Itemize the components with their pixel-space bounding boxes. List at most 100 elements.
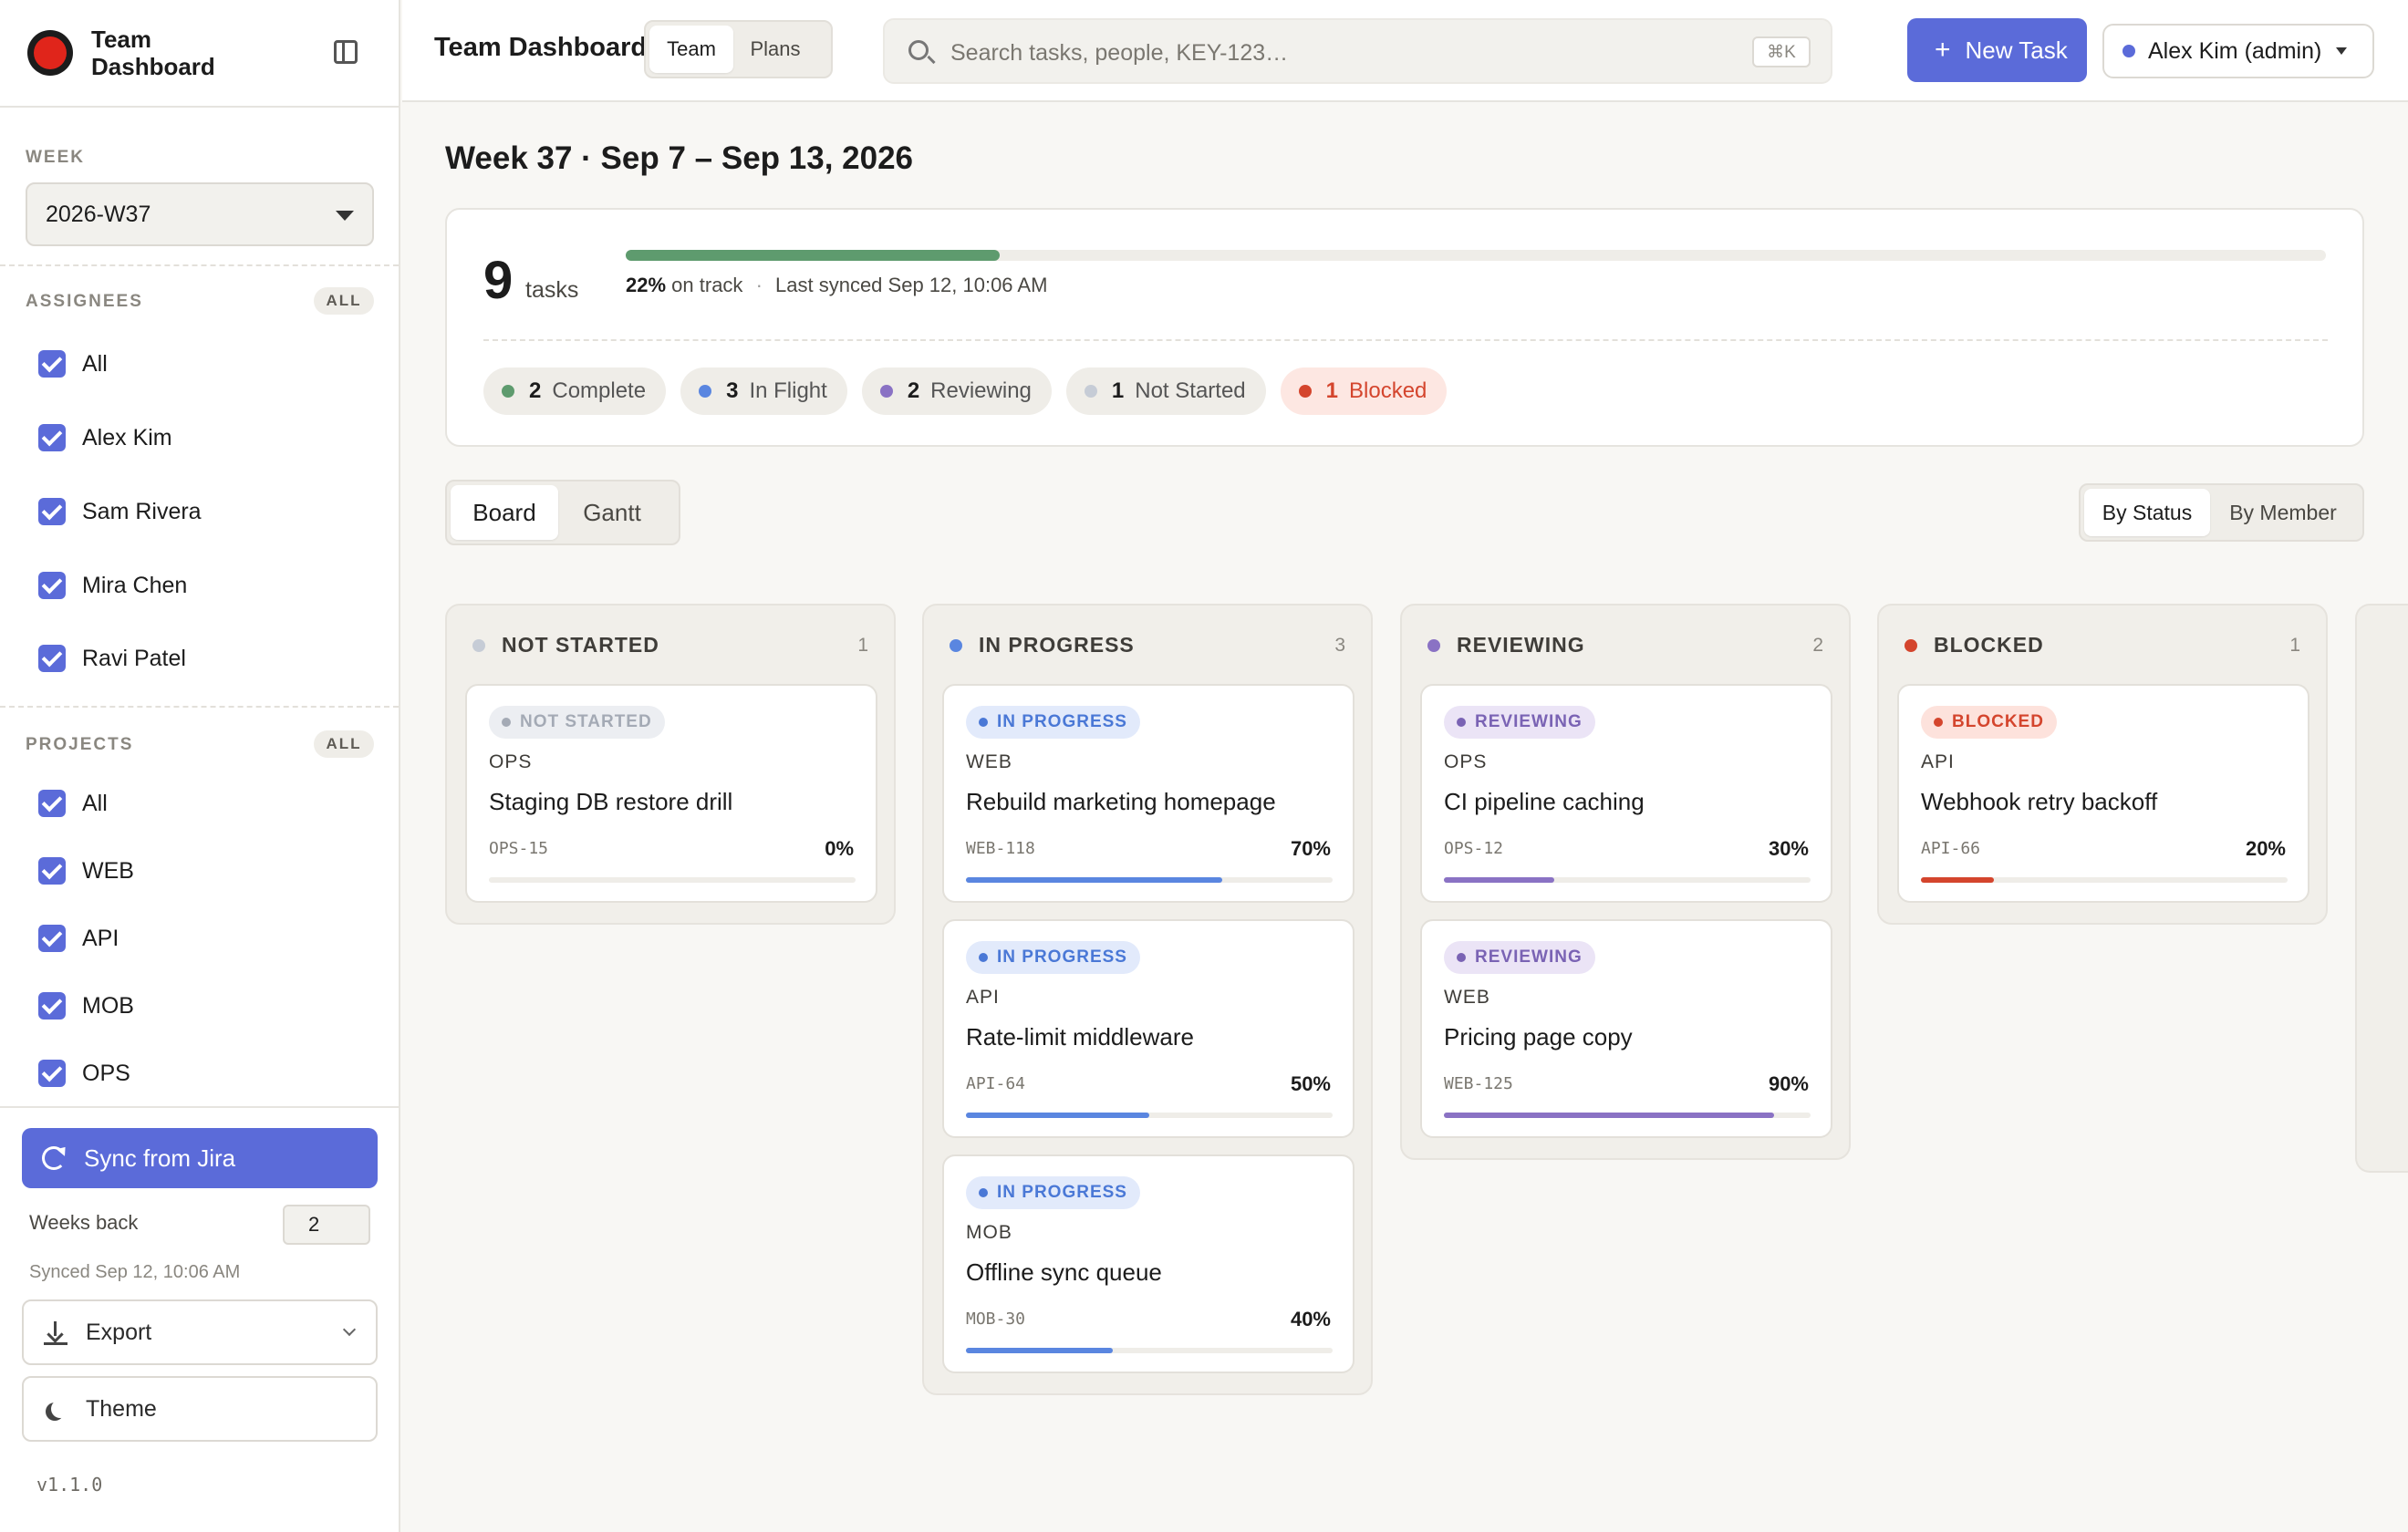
- column-title: NOT STARTED: [502, 633, 659, 657]
- task-card[interactable]: BLOCKED API Webhook retry backoff API-66…: [1897, 684, 2309, 903]
- status-badge: REVIEWING: [1444, 941, 1595, 974]
- assignee-checkbox-alex-kim[interactable]: Alex Kim: [38, 419, 172, 456]
- task-card[interactable]: IN PROGRESS API Rate-limit middleware AP…: [942, 919, 1354, 1138]
- projects-all-button[interactable]: ALL: [314, 730, 374, 758]
- status-badge-label: NOT STARTED: [520, 712, 652, 731]
- assignee-checkbox-ravi-patel[interactable]: Ravi Patel: [38, 640, 186, 677]
- task-project: WEB: [966, 751, 1012, 772]
- status-chip-in-flight[interactable]: 3 In Flight: [680, 367, 847, 415]
- export-button[interactable]: Export: [22, 1299, 378, 1365]
- checkbox-icon: [38, 992, 66, 1020]
- status-dot: [879, 385, 893, 398]
- sidebar: Team Dashboard WEEK 2026-W37 ASSIGNEES A…: [0, 0, 400, 1532]
- project-checkbox-web[interactable]: WEB: [38, 853, 134, 889]
- export-label: Export: [86, 1319, 152, 1345]
- tab-by-member[interactable]: By Member: [2210, 489, 2356, 536]
- brand[interactable]: Team Dashboard: [27, 26, 237, 80]
- task-title: Rate-limit middleware: [966, 1023, 1194, 1051]
- caret-down-icon: [336, 211, 354, 221]
- task-title: Rebuild marketing homepage: [966, 788, 1276, 815]
- status-dot: [1298, 385, 1312, 398]
- project-checkbox-mob[interactable]: MOB: [38, 988, 134, 1024]
- checkbox-label: OPS: [82, 1060, 130, 1086]
- column-count: 1: [2289, 635, 2300, 656]
- tab-plans[interactable]: Plans: [733, 26, 817, 73]
- checkbox-label: Ravi Patel: [82, 645, 186, 671]
- chevron-down-icon: [342, 1322, 357, 1337]
- sync-from-jira-button[interactable]: Sync from Jira: [22, 1128, 378, 1188]
- task-card[interactable]: NOT STARTED OPS Staging DB restore drill…: [465, 684, 877, 903]
- user-menu[interactable]: Alex Kim (admin): [2102, 24, 2374, 78]
- new-task-button[interactable]: + New Task: [1907, 18, 2087, 82]
- project-checkbox-ops[interactable]: OPS: [38, 1055, 130, 1092]
- checkbox-label: Alex Kim: [82, 424, 172, 450]
- task-progress-bar: [489, 877, 856, 883]
- checkbox-label: API: [82, 925, 119, 951]
- tab-gantt[interactable]: Gantt: [558, 485, 666, 540]
- plus-icon: +: [1935, 35, 1951, 65]
- chip-label: Reviewing: [930, 378, 1032, 403]
- task-progress-fill: [966, 1113, 1149, 1118]
- task-progress-bar: [966, 877, 1333, 883]
- task-card[interactable]: REVIEWING OPS CI pipeline caching OPS-12…: [1420, 684, 1832, 903]
- on-track-progress-bar: [626, 250, 2326, 261]
- sidebar-toggle-icon[interactable]: [334, 40, 358, 64]
- top-bar: Team Dashboard Team Plans Search tasks, …: [402, 0, 2408, 102]
- view-switch: Board Gantt: [445, 480, 680, 545]
- status-badge: NOT STARTED: [489, 706, 665, 739]
- task-project: OPS: [1444, 751, 1488, 772]
- search-icon: [908, 40, 929, 60]
- team-plans-switch: Team Plans: [644, 20, 833, 78]
- status-badge-label: IN PROGRESS: [997, 947, 1127, 967]
- status-chip-blocked[interactable]: 1 Blocked: [1280, 367, 1448, 415]
- tab-by-status[interactable]: By Status: [2084, 489, 2210, 536]
- assignee-checkbox-sam-rivera[interactable]: Sam Rivera: [38, 493, 202, 530]
- task-title: CI pipeline caching: [1444, 788, 1645, 815]
- status-chip-reviewing[interactable]: 2 Reviewing: [861, 367, 1052, 415]
- checkbox-icon: [38, 790, 66, 817]
- task-progress-bar: [966, 1113, 1333, 1118]
- logo: [27, 30, 73, 76]
- task-card[interactable]: REVIEWING WEB Pricing page copy WEB-125 …: [1420, 919, 1832, 1138]
- theme-button[interactable]: Theme: [22, 1376, 378, 1442]
- projects-label: PROJECTS: [26, 735, 134, 754]
- column-header: BLOCKED: [1905, 633, 2044, 657]
- task-progress-bar: [1444, 1113, 1811, 1118]
- task-card[interactable]: IN PROGRESS MOB Offline sync queue MOB-3…: [942, 1154, 1354, 1373]
- on-track-percent: 22%: [626, 274, 667, 296]
- chip-count: 2: [529, 378, 542, 403]
- refresh-icon: [42, 1146, 66, 1170]
- column-not-started: NOT STARTED 1 NOT STARTED OPS Staging DB…: [445, 604, 896, 925]
- column-count: 1: [857, 635, 868, 656]
- status-dot: [502, 385, 514, 398]
- week-select[interactable]: 2026-W37: [26, 182, 374, 246]
- status-chip-complete[interactable]: 2 Complete: [483, 367, 667, 415]
- search-bar[interactable]: Search tasks, people, KEY-123… ⌘K: [883, 18, 1832, 84]
- weeks-back-input[interactable]: 2: [283, 1205, 370, 1245]
- assignee-checkbox-all[interactable]: All: [38, 346, 108, 382]
- task-key: WEB-118: [966, 839, 1035, 858]
- chip-label: In Flight: [749, 378, 827, 403]
- task-project: OPS: [489, 751, 533, 772]
- status-dot: [502, 718, 511, 727]
- assignees-label: ASSIGNEES: [26, 292, 143, 311]
- tab-board[interactable]: Board: [451, 485, 558, 540]
- assignees-all-button[interactable]: ALL: [314, 287, 374, 315]
- task-title: Pricing page copy: [1444, 1023, 1633, 1051]
- search-input[interactable]: Search tasks, people, KEY-123…: [950, 40, 1288, 67]
- task-progress-percent: 50%: [1290, 1072, 1331, 1095]
- status-badge: IN PROGRESS: [966, 1176, 1140, 1209]
- status-dot: [1934, 718, 1943, 727]
- last-synced: Last synced Sep 12, 10:06 AM: [775, 274, 1048, 296]
- tab-team[interactable]: Team: [649, 26, 733, 73]
- sync-button-label: Sync from Jira: [84, 1144, 236, 1172]
- status-chip-not-started[interactable]: 1 Not Started: [1065, 367, 1266, 415]
- task-project: API: [966, 987, 1000, 1008]
- tasks-label: tasks: [525, 277, 579, 303]
- task-card[interactable]: IN PROGRESS WEB Rebuild marketing homepa…: [942, 684, 1354, 903]
- assignee-checkbox-mira-chen[interactable]: Mira Chen: [38, 567, 187, 604]
- task-progress-fill: [1444, 877, 1554, 883]
- project-checkbox-api[interactable]: API: [38, 920, 119, 957]
- separator: ·: [755, 274, 763, 296]
- project-checkbox-all[interactable]: All: [38, 785, 108, 822]
